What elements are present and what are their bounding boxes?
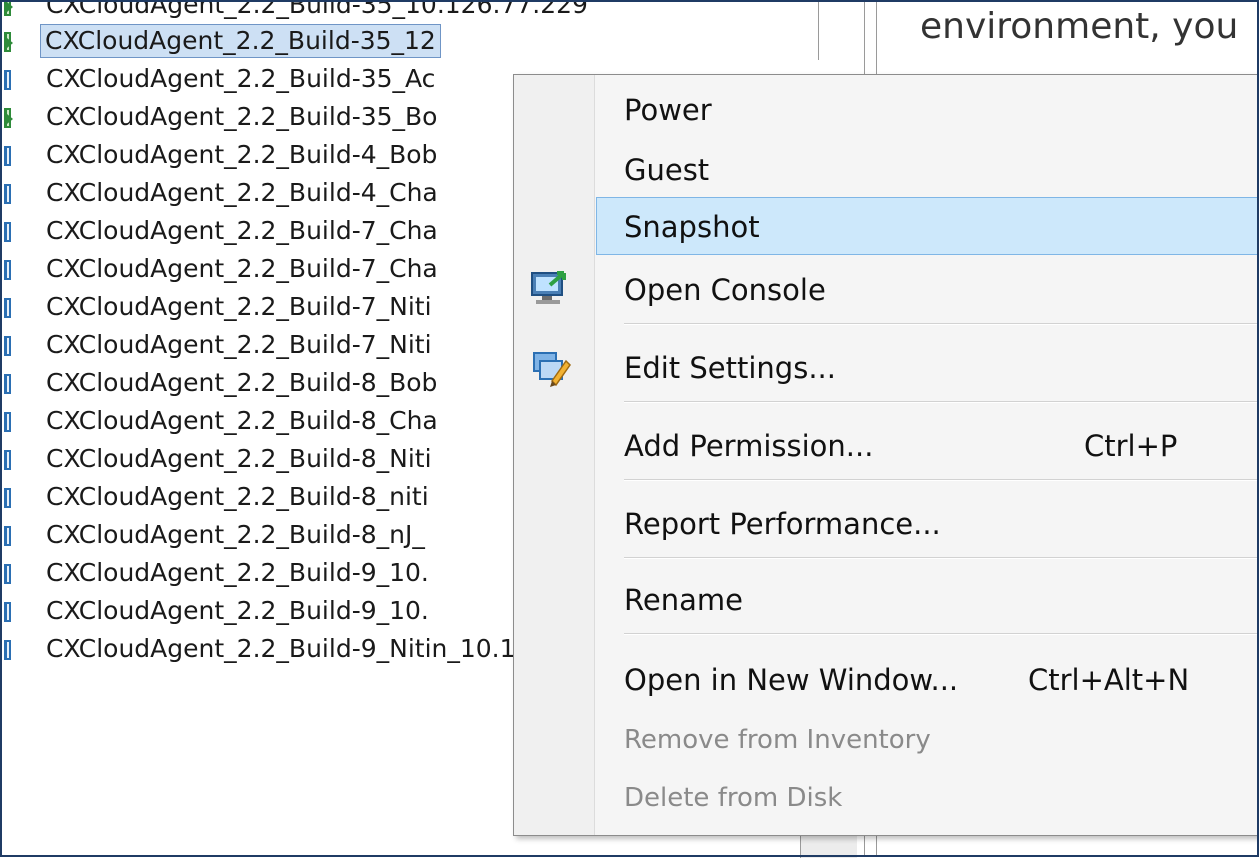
vm-icon — [4, 488, 11, 508]
vm-icon — [4, 298, 11, 318]
tree-item-label: CXCloudAgent_2.2_Build-9_10. — [46, 558, 429, 587]
edit-settings-icon — [528, 347, 572, 387]
menu-item-label: Edit Settings... — [624, 351, 836, 385]
menu-item-label: Open in New Window... — [624, 663, 959, 697]
menu-item-label: Report Performance... — [624, 507, 941, 541]
vm-icon — [4, 184, 11, 204]
vm-icon — [4, 260, 11, 280]
menu-item-remove-from-inventory[interactable]: Remove from Inventory — [514, 711, 1259, 769]
tree-item-label: CXCloudAgent_2.2_Build-8_niti — [46, 482, 429, 511]
vm-powered-on-icon — [4, 32, 13, 52]
vm-powered-on-icon — [4, 0, 13, 16]
menu-item-label: Snapshot — [624, 210, 760, 244]
tree-item-label: CXCloudAgent_2.2_Build-35_Bo — [46, 102, 438, 131]
tree-item-label: CXCloudAgent_2.2_Build-9_10. — [46, 596, 429, 625]
tree-item-label: CXCloudAgent_2.2_Build-7_Cha — [46, 254, 438, 283]
context-menu: Power Guest Snapshot Open Console Edit S… — [513, 74, 1259, 836]
menu-item-edit-settings[interactable]: Edit Settings... — [514, 339, 1259, 397]
vm-icon — [4, 336, 11, 356]
tree-item-label: CXCloudAgent_2.2_Build-7_Cha — [46, 216, 438, 245]
menu-item-power[interactable]: Power — [514, 81, 1259, 139]
menu-item-label: Delete from Disk — [624, 783, 843, 813]
vm-icon — [4, 526, 11, 546]
vm-icon — [4, 564, 11, 584]
vm-icon — [4, 222, 11, 242]
menu-item-label: Open Console — [624, 273, 826, 307]
menu-separator — [624, 633, 1259, 635]
vm-icon — [4, 70, 11, 90]
menu-item-label: Add Permission... — [624, 429, 874, 463]
menu-item-label: Power — [624, 93, 712, 127]
tree-item-label: CXCloudAgent_2.2_Build-4_Bob — [46, 140, 438, 169]
menu-separator — [624, 323, 1259, 325]
menu-item-open-console[interactable]: Open Console — [514, 261, 1259, 319]
menu-item-delete-from-disk[interactable]: Delete from Disk — [514, 769, 1259, 827]
tree-item-label: CXCloudAgent_2.2_Build-35_12 — [40, 24, 441, 58]
tree-scrollbar[interactable] — [818, 0, 859, 60]
menu-item-label: Remove from Inventory — [624, 725, 931, 755]
vm-powered-on-icon — [4, 108, 13, 128]
tree-item-label: CXCloudAgent_2.2_Build-8_Cha — [46, 406, 438, 435]
tree-item-label: CXCloudAgent_2.2_Build-35_Ac — [46, 64, 436, 93]
vm-icon — [4, 146, 11, 166]
menu-item-label: Rename — [624, 583, 743, 617]
menu-item-snapshot[interactable]: Snapshot — [596, 197, 1259, 255]
scrollbar-corner — [800, 833, 857, 858]
details-text: environment, you — [920, 6, 1239, 47]
tree-item-label: CXCloudAgent_2.2_Build-8_Bob — [46, 368, 438, 397]
menu-item-label: Guest — [624, 153, 710, 187]
vm-icon — [4, 374, 11, 394]
menu-item-add-permission[interactable]: Add Permission... Ctrl+P — [514, 417, 1259, 475]
tree-item-selected[interactable]: CXCloudAgent_2.2_Build-35_12 — [0, 23, 860, 59]
tree-item-label: CXCloudAgent_2.2_Build-7_Niti — [46, 330, 432, 359]
console-icon — [528, 269, 572, 309]
menu-item-shortcut: Ctrl+Alt+N — [1028, 663, 1190, 697]
menu-item-open-new-window[interactable]: Open in New Window... Ctrl+Alt+N — [514, 651, 1259, 709]
menu-separator — [624, 401, 1259, 403]
menu-item-guest[interactable]: Guest — [514, 141, 1259, 199]
menu-item-shortcut: Ctrl+P — [1084, 429, 1178, 463]
vm-icon — [4, 640, 11, 660]
vm-icon — [4, 602, 11, 622]
menu-item-rename[interactable]: Rename — [514, 571, 1259, 629]
tree-item-label: CXCloudAgent_2.2_Build-4_Cha — [46, 178, 438, 207]
tree-item-label: CXCloudAgent_2.2_Build-35_10.126.77.229 — [46, 0, 588, 19]
tree-item-label: CXCloudAgent_2.2_Build-8_Niti — [46, 444, 432, 473]
vm-icon — [4, 450, 11, 470]
tree-item-label: CXCloudAgent_2.2_Build-7_Niti — [46, 292, 432, 321]
tree-item[interactable]: CXCloudAgent_2.2_Build-35_10.126.77.229 — [0, 0, 860, 23]
menu-separator — [624, 479, 1259, 481]
tree-item-label: CXCloudAgent_2.2_Build-8_nJ_ — [46, 520, 425, 549]
vm-icon — [4, 412, 11, 432]
menu-separator — [624, 557, 1259, 559]
menu-item-report-performance[interactable]: Report Performance... — [514, 495, 1259, 553]
